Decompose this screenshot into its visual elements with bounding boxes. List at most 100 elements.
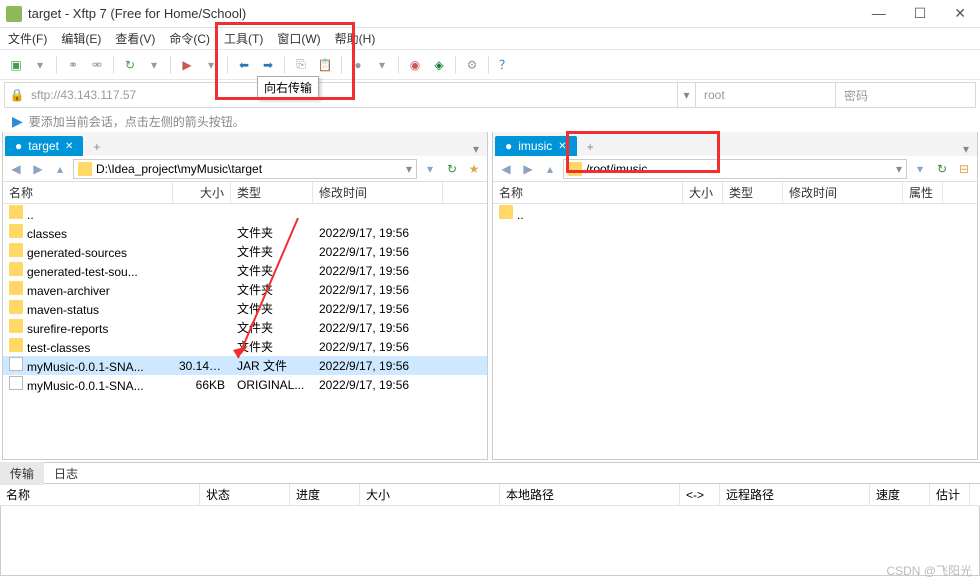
tab-log[interactable]: 日志 (44, 462, 88, 485)
menu-file[interactable]: 文件(F) (8, 30, 47, 47)
folder-icon (9, 243, 23, 257)
table-row[interactable]: classes文件夹2022/9/17, 19:56 (3, 223, 487, 242)
folder-icon (568, 162, 582, 176)
header-type[interactable]: 类型 (231, 182, 313, 203)
path-dropdown-icon[interactable]: ▾ (911, 160, 929, 178)
table-row[interactable]: .. (493, 204, 977, 223)
th-remotepath[interactable]: 远程路径 (720, 484, 870, 505)
table-row[interactable]: generated-sources文件夹2022/9/17, 19:56 (3, 242, 487, 261)
username-field[interactable]: root (695, 83, 835, 107)
table-row[interactable]: test-classes文件夹2022/9/17, 19:56 (3, 337, 487, 356)
menu-window[interactable]: 窗口(W) (277, 30, 320, 47)
remote-path-box[interactable]: ▾ (563, 159, 907, 179)
header-size[interactable]: 大小 (683, 182, 723, 203)
table-row[interactable]: maven-archiver文件夹2022/9/17, 19:56 (3, 280, 487, 299)
header-attr[interactable]: 属性 (903, 182, 943, 203)
new-session-icon[interactable]: ▣ (6, 55, 26, 75)
tabs-dropdown-icon[interactable]: ▾ (955, 142, 977, 156)
back-icon[interactable]: ◀ (497, 160, 515, 178)
refresh-icon[interactable]: ↻ (120, 55, 140, 75)
watermark: CSDN @飞阳光 (886, 562, 972, 579)
local-rows: ..classes文件夹2022/9/17, 19:56generated-so… (3, 204, 487, 394)
chevron-down-icon[interactable]: ▾ (406, 162, 412, 176)
th-arrow[interactable]: <-> (680, 484, 720, 505)
settings-icon[interactable]: ⚙ (462, 55, 482, 75)
local-file-header: 名称 大小 类型 修改时间 (3, 182, 487, 204)
record-icon[interactable]: ▶ (177, 55, 197, 75)
th-localpath[interactable]: 本地路径 (500, 484, 680, 505)
table-row[interactable]: .. (3, 204, 487, 223)
folder-icon (9, 300, 23, 314)
header-size[interactable]: 大小 (173, 182, 231, 203)
tab-close-icon[interactable]: ✕ (558, 141, 566, 152)
refresh-icon[interactable]: ↻ (933, 160, 951, 178)
table-row[interactable]: surefire-reports文件夹2022/9/17, 19:56 (3, 318, 487, 337)
header-name[interactable]: 名称 (493, 182, 683, 203)
minimize-button[interactable]: — (864, 5, 894, 22)
tabs-dropdown-icon[interactable]: ▾ (465, 142, 487, 156)
new-tab-button[interactable]: + (87, 138, 106, 156)
paste-icon[interactable]: 📋 (315, 55, 335, 75)
folder-icon (9, 281, 23, 295)
table-row[interactable]: myMusic-0.0.1-SNA...30.14MBJAR 文件2022/9/… (3, 356, 487, 375)
table-row[interactable]: maven-status文件夹2022/9/17, 19:56 (3, 299, 487, 318)
tab-close-icon[interactable]: ✕ (65, 141, 73, 152)
dropdown-icon[interactable]: ▾ (372, 55, 392, 75)
header-date[interactable]: 修改时间 (783, 182, 903, 203)
table-row[interactable]: generated-test-sou...文件夹2022/9/17, 19:56 (3, 261, 487, 280)
tab-dot-icon: ● (15, 139, 22, 153)
dropdown-icon[interactable]: ▾ (30, 55, 50, 75)
url-dropdown-icon[interactable]: ▾ (677, 83, 695, 107)
remote-path-input[interactable] (586, 162, 896, 176)
copy-icon[interactable]: ⎘ (291, 55, 311, 75)
th-name[interactable]: 名称 (0, 484, 200, 505)
forward-icon[interactable]: ▶ (519, 160, 537, 178)
stop-icon[interactable]: ● (348, 55, 368, 75)
menu-help[interactable]: 帮助(H) (335, 30, 376, 47)
app2-icon[interactable]: ◈ (429, 55, 449, 75)
back-icon[interactable]: ◀ (7, 160, 25, 178)
local-path-box[interactable]: ▾ (73, 159, 417, 179)
flag-icon: ▶ (12, 113, 23, 130)
new-tab-button[interactable]: + (581, 138, 600, 156)
dropdown-icon[interactable]: ▾ (144, 55, 164, 75)
transfer-left-icon[interactable]: ⬅ (234, 55, 254, 75)
up-icon[interactable]: ▴ (51, 160, 69, 178)
menu-command[interactable]: 命令(C) (169, 30, 210, 47)
local-file-list: 名称 大小 类型 修改时间 ..classes文件夹2022/9/17, 19:… (3, 182, 487, 459)
dropdown-icon[interactable]: ▾ (201, 55, 221, 75)
separator (284, 56, 285, 74)
header-date[interactable]: 修改时间 (313, 182, 443, 203)
maximize-button[interactable]: ☐ (906, 5, 935, 22)
forward-icon[interactable]: ▶ (29, 160, 47, 178)
bookmark-icon[interactable]: ★ (465, 160, 483, 178)
link-icon[interactable]: ⚭ (63, 55, 83, 75)
th-status[interactable]: 状态 (200, 484, 290, 505)
menu-view[interactable]: 查看(V) (115, 30, 155, 47)
local-path-input[interactable] (96, 162, 406, 176)
drive-icon[interactable]: ⊟ (955, 160, 973, 178)
help-icon[interactable]: ？ (495, 55, 515, 75)
transfer-right-icon[interactable]: ➡ (258, 55, 278, 75)
url-field[interactable]: sftp://43.143.117.57 (29, 88, 677, 102)
menu-edit[interactable]: 编辑(E) (61, 30, 101, 47)
menu-tools[interactable]: 工具(T) (224, 30, 263, 47)
th-progress[interactable]: 进度 (290, 484, 360, 505)
th-eta[interactable]: 估计 (930, 484, 970, 505)
up-icon[interactable]: ▴ (541, 160, 559, 178)
close-button[interactable]: ✕ (946, 5, 974, 22)
refresh-icon[interactable]: ↻ (443, 160, 461, 178)
remote-tab[interactable]: ● imusic ✕ (495, 136, 577, 156)
local-tab[interactable]: ● target ✕ (5, 136, 83, 156)
password-field[interactable]: 密码 (835, 83, 975, 107)
path-dropdown-icon[interactable]: ▾ (421, 160, 439, 178)
table-row[interactable]: myMusic-0.0.1-SNA...66KBORIGINAL...2022/… (3, 375, 487, 394)
header-type[interactable]: 类型 (723, 182, 783, 203)
header-name[interactable]: 名称 (3, 182, 173, 203)
unlink-icon[interactable]: ⚮ (87, 55, 107, 75)
chevron-down-icon[interactable]: ▾ (896, 162, 902, 176)
th-speed[interactable]: 速度 (870, 484, 930, 505)
th-size[interactable]: 大小 (360, 484, 500, 505)
app1-icon[interactable]: ◉ (405, 55, 425, 75)
tab-transfer[interactable]: 传输 (0, 462, 44, 485)
